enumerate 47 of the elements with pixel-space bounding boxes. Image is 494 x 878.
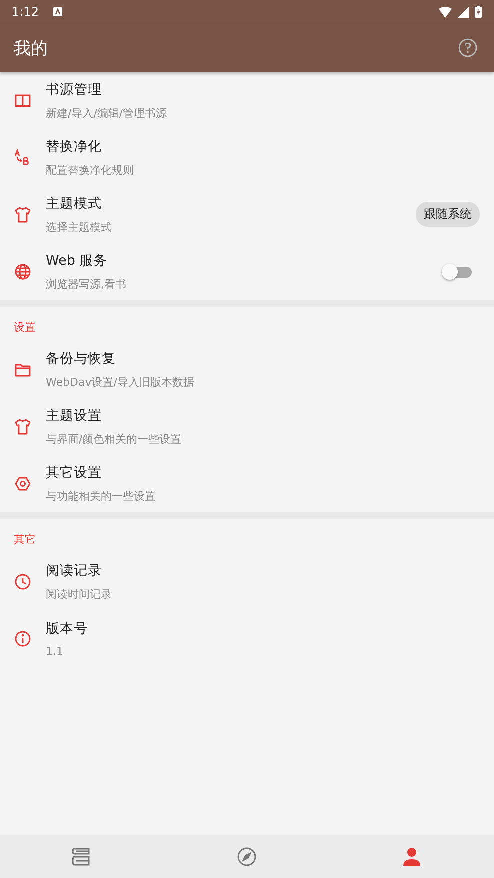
signal-icon	[458, 6, 469, 18]
item-title: 主题模式	[46, 194, 103, 212]
settings-item[interactable]: 备份与恢复 WebDav设置/导入旧版本数据	[0, 341, 494, 398]
item-subtitle: 阅读时间记录	[46, 586, 113, 602]
item-subtitle: WebDav设置/导入旧版本数据	[46, 374, 196, 390]
item-title: 阅读记录	[46, 562, 103, 580]
item-title: 版本号	[46, 620, 89, 638]
theme-mode-chip[interactable]: 跟随系统	[416, 202, 480, 227]
help-icon[interactable]	[458, 38, 478, 58]
wifi-icon	[439, 6, 452, 18]
page-title: 我的	[14, 38, 48, 60]
section-header: 其它	[13, 532, 37, 548]
person-icon[interactable]	[400, 846, 423, 868]
compass-icon[interactable]	[236, 846, 258, 868]
item-title: 主题设置	[46, 406, 103, 424]
settings-item[interactable]: 其它设置 与功能相关的一些设置	[0, 455, 494, 512]
a-to-b-icon	[14, 148, 32, 166]
section-header: 设置	[13, 320, 37, 336]
item-subtitle: 配置替换净化规则	[46, 162, 135, 178]
item-subtitle: 浏览器写源,看书	[46, 276, 128, 292]
item-subtitle: 与界面/颜色相关的一些设置	[46, 432, 183, 446]
item-subtitle: 1.1	[46, 644, 64, 658]
settings-item[interactable]: 主题设置 与界面/颜色相关的一些设置	[0, 398, 494, 455]
info-icon	[14, 630, 32, 648]
settings-item[interactable]: 阅读记录 阅读时间记录	[0, 553, 494, 610]
battery-icon	[475, 6, 482, 18]
settings-item[interactable]: Web 服务 浏览器写源,看书	[0, 243, 494, 300]
globe-icon	[14, 262, 32, 280]
hexagon-icon	[14, 474, 32, 492]
item-subtitle: 与功能相关的一些设置	[46, 488, 157, 504]
toggle-switch[interactable]	[442, 262, 472, 282]
settings-item[interactable]: 主题模式 选择主题模式 跟随系统	[0, 186, 494, 243]
item-title: 书源管理	[46, 80, 103, 98]
item-title: 其它设置	[46, 464, 103, 482]
notification-icon	[52, 7, 63, 17]
settings-item[interactable]: 书源管理 新建/导入/编辑/管理书源	[0, 72, 494, 129]
item-title: 替换净化	[46, 138, 103, 156]
clock-icon	[14, 572, 32, 590]
item-title: 备份与恢复	[46, 350, 117, 368]
shirt-icon	[14, 418, 32, 436]
settings-item[interactable]: 版本号 1.1	[0, 610, 494, 667]
item-title: Web 服务	[46, 252, 109, 270]
shirt-icon	[14, 206, 32, 224]
item-subtitle: 新建/导入/编辑/管理书源	[46, 106, 168, 120]
item-subtitle: 选择主题模式	[46, 220, 113, 234]
clock-time: 1:12	[12, 5, 39, 19]
settings-item[interactable]: 替换净化 配置替换净化规则	[0, 129, 494, 186]
